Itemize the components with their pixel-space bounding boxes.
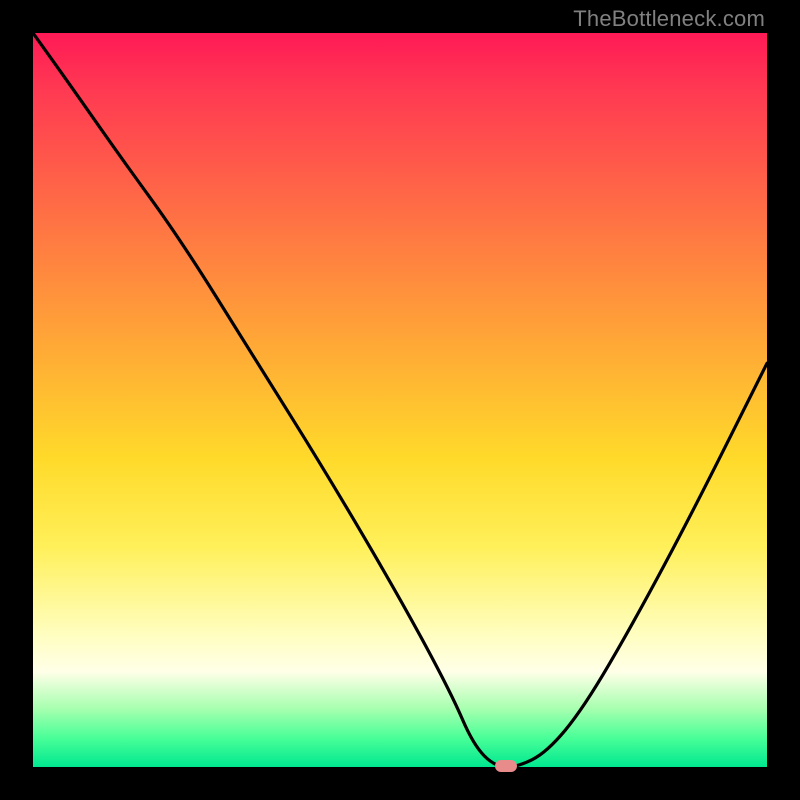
bottleneck-curve-line	[33, 33, 767, 767]
watermark-text: TheBottleneck.com	[573, 6, 765, 32]
curve-layer	[33, 33, 767, 767]
optimal-marker	[495, 760, 517, 772]
plot-area	[33, 33, 767, 767]
chart-container: TheBottleneck.com	[0, 0, 800, 800]
